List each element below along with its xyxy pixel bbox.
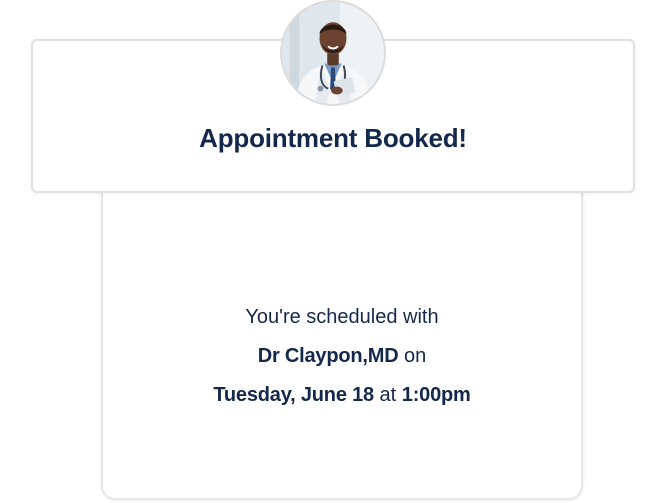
scheduled-with-text: You're scheduled with — [245, 306, 439, 328]
page-title: Appointment Booked! — [199, 123, 467, 153]
appointment-details: You're scheduled with Dr Claypon,MD on T… — [103, 298, 581, 415]
doctor-line: Dr Claypon,MD on — [103, 337, 581, 376]
appointment-time: 1:00pm — [401, 384, 471, 406]
datetime-line: Tuesday, June 18 at 1:00pm — [103, 376, 581, 415]
at-text: at — [379, 384, 397, 406]
doctor-avatar-icon — [282, 2, 384, 104]
on-text: on — [404, 345, 427, 367]
doctor-name: Dr Claypon,MD — [257, 345, 399, 367]
appointment-date: Tuesday, June 18 — [213, 384, 374, 406]
doctor-avatar — [280, 0, 386, 106]
